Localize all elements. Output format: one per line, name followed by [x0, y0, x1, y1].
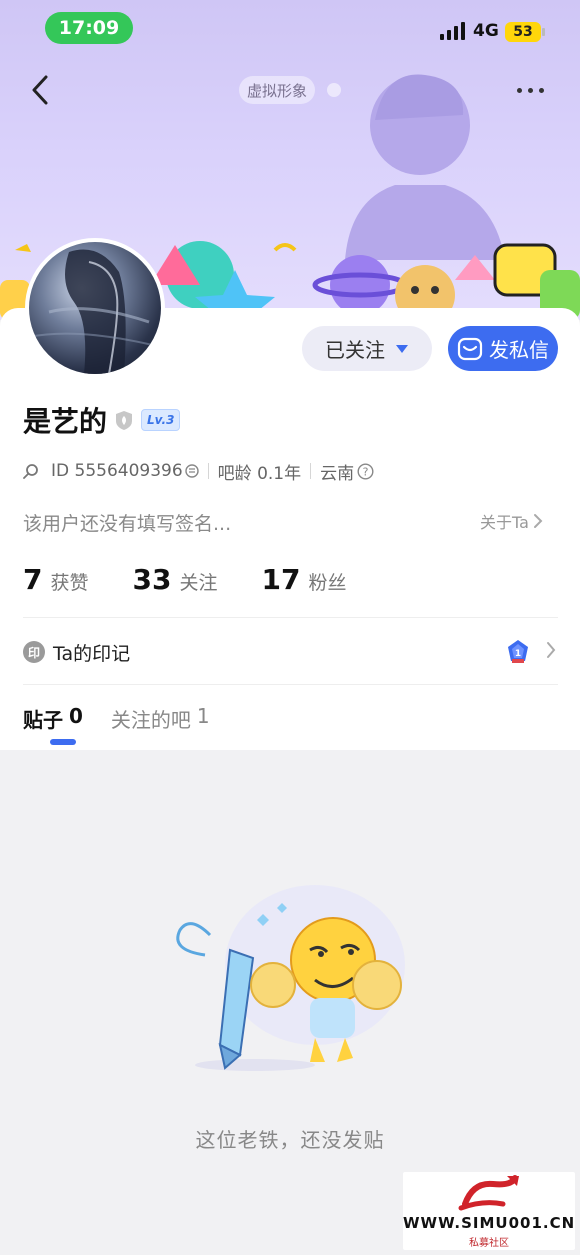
level-badge[interactable]: Lv.3 — [141, 409, 181, 431]
tab-indicator — [50, 739, 76, 745]
bar-age: 吧龄 0.1年 — [217, 463, 302, 484]
copy-icon[interactable] — [184, 464, 199, 478]
tab-count: 1 — [196, 704, 210, 728]
svg-text:?: ? — [363, 465, 369, 478]
virtual-avatar-tag[interactable]: 虚拟形象 — [239, 76, 316, 104]
stat-number: 33 — [132, 563, 172, 596]
empty-state-text: 这位老铁，还没发贴 — [195, 1128, 385, 1152]
location: 云南 — [320, 463, 355, 484]
stat-number: 7 — [23, 563, 43, 596]
seal-icon: 印 — [23, 641, 45, 663]
watermark: WWW.SIMU001.CN 私募社区 — [403, 1172, 575, 1250]
profile-tabs: 贴子 0 关注的吧 1 — [23, 704, 210, 733]
tab-label: 贴子 — [23, 708, 63, 732]
stat-label: 关注 — [179, 572, 218, 594]
stats-row: 7 获赞 33 关注 17 粉丝 — [23, 563, 390, 596]
seal-badge-icon: 1 — [508, 640, 528, 663]
profile-meta: ID 5556409396 吧龄 0.1年 云南 ? — [23, 460, 374, 484]
message-icon — [457, 337, 483, 360]
stat-following[interactable]: 33 关注 — [133, 563, 218, 596]
chevron-left-icon — [32, 75, 48, 105]
search-icon — [23, 464, 38, 479]
username-row: 是艺的 Lv.3 — [23, 400, 181, 440]
following-button[interactable]: 已关注 — [302, 326, 432, 371]
stat-likes[interactable]: 7 获赞 — [23, 563, 89, 596]
svg-text:1: 1 — [515, 649, 521, 659]
chevron-right-icon — [547, 642, 556, 658]
send-message-label: 发私信 — [489, 338, 549, 362]
stat-number: 17 — [261, 563, 301, 596]
tab-followed-bars[interactable]: 关注的吧 1 — [111, 704, 210, 733]
tab-posts[interactable]: 贴子 0 — [23, 704, 83, 733]
help-icon[interactable]: ? — [357, 462, 374, 480]
username: 是艺的 — [23, 405, 108, 438]
divider — [23, 617, 558, 618]
tab-label: 关注的吧 — [110, 708, 191, 732]
empty-state-illustration — [176, 885, 405, 1071]
watermark-logo — [458, 1175, 519, 1211]
chevron-right-icon — [533, 514, 543, 528]
about-link[interactable]: 关于Ta — [480, 509, 543, 533]
rank-shield-icon[interactable] — [113, 409, 135, 431]
divider — [23, 684, 558, 685]
stat-label: 获赞 — [50, 572, 89, 594]
tab-count: 0 — [69, 704, 83, 728]
signal-icon — [440, 22, 465, 40]
back-button[interactable] — [22, 70, 58, 110]
more-options-button[interactable] — [510, 78, 550, 102]
virtual-avatar-dot — [327, 83, 341, 97]
status-time: 17:09 — [45, 12, 133, 44]
stat-label: 粉丝 — [308, 572, 347, 594]
avatar[interactable] — [25, 238, 165, 378]
battery-icon: 53 — [505, 22, 545, 42]
watermark-text: WWW.SIMU001.CN — [403, 1214, 576, 1232]
status-bar: 17:09 4G 53 — [0, 0, 580, 56]
signature-text: 该用户还没有填写签名... — [23, 513, 232, 535]
caret-down-icon — [396, 344, 408, 353]
avatar-image — [29, 249, 161, 374]
seal-row[interactable]: 印 Ta的印记 1 — [23, 638, 558, 666]
network-type: 4G — [473, 21, 499, 41]
following-label: 已关注 — [325, 338, 385, 362]
seal-label: Ta的印记 — [53, 642, 131, 665]
watermark-subtext: 私募社区 — [469, 1238, 509, 1249]
stat-followers[interactable]: 17 粉丝 — [261, 563, 346, 596]
send-message-button[interactable]: 发私信 — [448, 326, 558, 371]
user-id: ID 5556409396 — [51, 461, 183, 481]
about-label: 关于Ta — [480, 513, 529, 532]
